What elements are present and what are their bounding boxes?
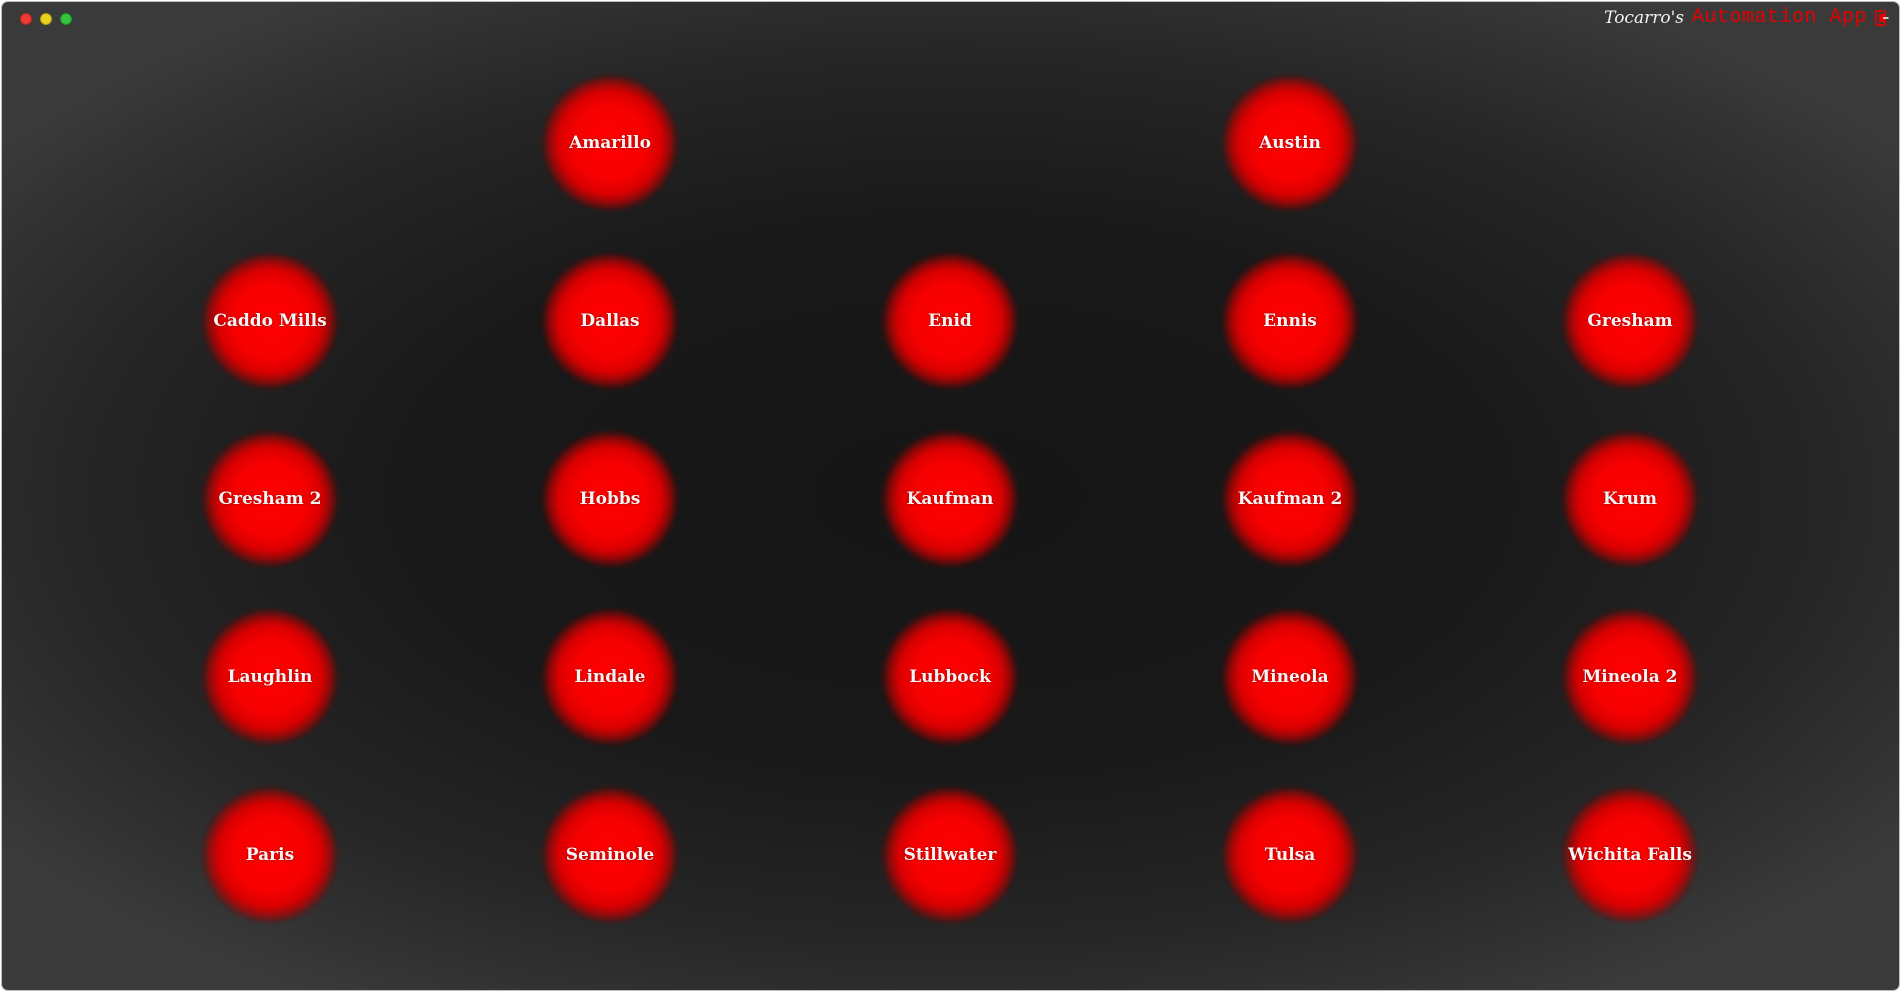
location-label: Enid: [928, 311, 972, 331]
location-button-seminole[interactable]: Seminole: [540, 785, 680, 925]
location-label: Dallas: [580, 311, 640, 331]
location-label: Lubbock: [909, 667, 991, 687]
location-label: Wichita Falls: [1568, 845, 1692, 865]
app-window: Tocarro's Automation App Amarillo Austin…: [2, 2, 1899, 990]
location-grid: Amarillo Austin Caddo Mills Dallas Enid …: [2, 2, 1899, 990]
location-label: Kaufman 2: [1237, 489, 1343, 509]
location-label: Lindale: [574, 667, 646, 687]
location-button-caddo-mills[interactable]: Caddo Mills: [200, 251, 340, 391]
location-label: Paris: [245, 845, 295, 865]
location-button-ennis[interactable]: Ennis: [1220, 251, 1360, 391]
location-label: Seminole: [565, 845, 655, 865]
location-label: Amarillo: [569, 133, 651, 153]
location-button-enid[interactable]: Enid: [880, 251, 1020, 391]
location-button-kaufman[interactable]: Kaufman: [880, 429, 1020, 569]
location-button-laughlin[interactable]: Laughlin: [200, 607, 340, 747]
location-label: Tulsa: [1264, 845, 1316, 865]
location-label: Gresham: [1587, 311, 1673, 331]
location-button-hobbs[interactable]: Hobbs: [540, 429, 680, 569]
location-button-stillwater[interactable]: Stillwater: [880, 785, 1020, 925]
location-button-gresham[interactable]: Gresham: [1560, 251, 1700, 391]
location-label: Krum: [1602, 489, 1658, 509]
location-label: Laughlin: [227, 667, 313, 687]
location-button-wichita-falls[interactable]: Wichita Falls: [1560, 785, 1700, 925]
location-button-mineola[interactable]: Mineola: [1220, 607, 1360, 747]
location-button-lindale[interactable]: Lindale: [540, 607, 680, 747]
location-label: Kaufman: [906, 489, 994, 509]
location-label: Mineola: [1251, 667, 1329, 687]
location-button-lubbock[interactable]: Lubbock: [880, 607, 1020, 747]
location-button-tulsa[interactable]: Tulsa: [1220, 785, 1360, 925]
location-label: Austin: [1259, 133, 1321, 153]
location-label: Stillwater: [903, 845, 997, 865]
location-label: Gresham 2: [218, 489, 322, 509]
location-label: Ennis: [1263, 311, 1317, 331]
location-button-austin[interactable]: Austin: [1220, 73, 1360, 213]
location-label: Mineola 2: [1582, 667, 1678, 687]
location-button-mineola-2[interactable]: Mineola 2: [1560, 607, 1700, 747]
location-button-krum[interactable]: Krum: [1560, 429, 1700, 569]
location-button-dallas[interactable]: Dallas: [540, 251, 680, 391]
location-label: Caddo Mills: [213, 311, 327, 331]
location-button-amarillo[interactable]: Amarillo: [540, 73, 680, 213]
location-button-gresham-2[interactable]: Gresham 2: [200, 429, 340, 569]
location-button-paris[interactable]: Paris: [200, 785, 340, 925]
location-button-kaufman-2[interactable]: Kaufman 2: [1220, 429, 1360, 569]
location-label: Hobbs: [579, 489, 641, 509]
